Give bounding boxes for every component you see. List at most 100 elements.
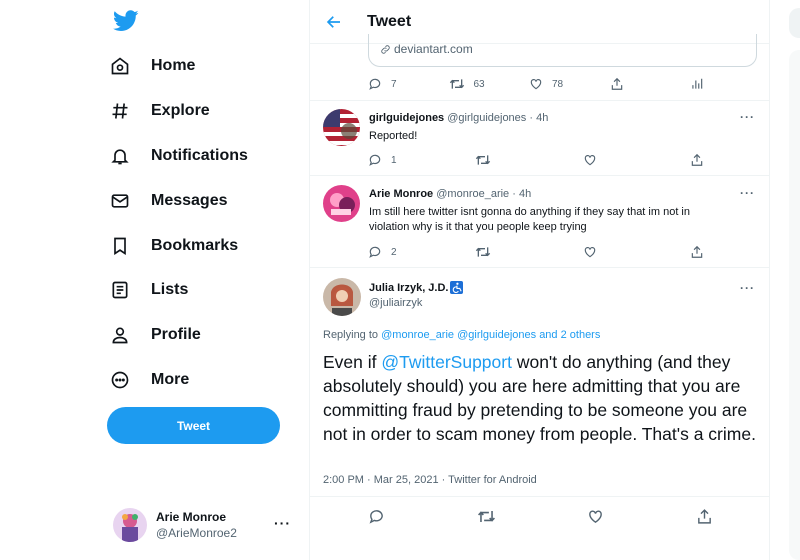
avatar	[113, 508, 147, 542]
replying-to: Replying to @monroe_arie @girlguidejones…	[323, 329, 600, 341]
nav-bookmarks[interactable]: Bookmarks	[108, 226, 238, 266]
tweet-text: Even if @TwitterSupport won't do anythin…	[323, 350, 758, 446]
retweet-icon	[476, 247, 491, 257]
search-box-edge[interactable]	[789, 8, 800, 38]
author-name[interactable]: Arie Monroe	[369, 188, 433, 200]
page-title: Tweet	[367, 12, 412, 30]
avatar[interactable]	[323, 109, 360, 146]
reply-icon	[369, 154, 381, 166]
back-arrow-icon[interactable]	[325, 12, 345, 32]
analytics-action[interactable]	[690, 77, 713, 91]
share-icon	[691, 153, 703, 166]
twitter-logo-icon[interactable]	[112, 10, 139, 34]
reply-count: 7	[391, 78, 397, 90]
heart-icon	[530, 79, 542, 90]
reply-action[interactable]: 2	[368, 245, 414, 259]
author-name[interactable]: girlguidejones	[369, 112, 444, 124]
nav-home[interactable]: Home	[108, 46, 195, 86]
avatar[interactable]	[323, 278, 361, 316]
retweet-icon[interactable]	[477, 508, 496, 530]
share-action[interactable]	[690, 153, 713, 167]
analytics-icon	[692, 78, 703, 89]
nav-messages-label: Messages	[151, 192, 228, 209]
reply-count: 2	[391, 246, 397, 258]
reply-actions: 2	[368, 242, 713, 262]
tweet-more-icon[interactable]: ···	[740, 186, 755, 200]
replying-to-users[interactable]: @monroe_arie @girlguidejones and 2 other…	[381, 329, 600, 341]
nav-profile-label: Profile	[151, 326, 201, 343]
account-switcher[interactable]: Arie Monroe @ArieMonroe2 ···	[113, 505, 303, 545]
envelope-icon	[108, 189, 132, 213]
sidebar-panel-edge	[789, 50, 800, 560]
reply-icon[interactable]	[368, 508, 385, 530]
retweet-action[interactable]: 63	[449, 77, 495, 91]
like-action[interactable]	[583, 245, 629, 259]
link-icon	[381, 44, 390, 54]
bookmark-icon	[108, 234, 132, 258]
retweet-count: 63	[473, 78, 485, 90]
like-action[interactable]	[583, 153, 629, 167]
avatar[interactable]	[323, 185, 360, 222]
bell-icon	[108, 144, 132, 168]
like-action[interactable]: 78	[529, 77, 575, 91]
share-action[interactable]	[690, 245, 713, 259]
heart-icon	[584, 247, 595, 258]
link-card[interactable]: deviantart.com	[368, 34, 757, 67]
focus-name-row: Julia Irzyk, J.D.	[369, 281, 464, 294]
reply-action[interactable]: 1	[368, 153, 414, 167]
reply-header: girlguidejones @girlguidejones · 4h	[369, 112, 548, 124]
nav-explore[interactable]: Explore	[108, 91, 210, 131]
account-handle: @ArieMonroe2	[156, 526, 237, 540]
nav-notifications[interactable]: Notifications	[108, 136, 248, 176]
author-handle: @juliairzyk	[369, 297, 423, 309]
account-more-icon[interactable]: ···	[274, 515, 291, 531]
nav-messages[interactable]: Messages	[108, 181, 228, 221]
right-sidebar-edge	[771, 0, 800, 560]
author-handle: @monroe_arie · 4h	[436, 188, 532, 200]
nav-lists[interactable]: Lists	[108, 270, 188, 310]
account-name: Arie Monroe	[156, 510, 227, 524]
tweet-button[interactable]: Tweet	[107, 407, 280, 444]
prev-tweet-actions: 7 63 78	[368, 74, 713, 94]
author-name[interactable]: Julia Irzyk, J.D.	[369, 282, 448, 294]
like-count: 78	[552, 78, 564, 90]
nav-explore-label: Explore	[151, 102, 210, 119]
accessibility-icon	[450, 281, 464, 294]
left-navigation: Home Explore Notifications Messages Book…	[0, 0, 309, 560]
reply-count: 1	[391, 154, 397, 166]
more-circle-icon	[108, 368, 132, 392]
retweet-action[interactable]	[475, 153, 521, 167]
tweet-timestamp[interactable]: 2:00 PM · Mar 25, 2021 · Twitter for And…	[323, 474, 537, 486]
share-icon	[611, 77, 622, 90]
tweet-text-start: Even if	[323, 352, 382, 372]
divider	[310, 267, 769, 268]
reply-icon	[369, 78, 381, 90]
heart-icon[interactable]	[587, 508, 604, 530]
list-icon	[108, 278, 132, 302]
reply-actions: 1	[368, 150, 713, 170]
focused-tweet-actions	[368, 508, 713, 530]
nav-notifications-label: Notifications	[151, 147, 248, 164]
retweet-icon	[476, 155, 491, 165]
tweet-more-icon[interactable]: ···	[740, 110, 755, 124]
replying-prefix: Replying to	[323, 329, 379, 341]
share-icon[interactable]	[696, 508, 713, 530]
nav-bookmarks-label: Bookmarks	[151, 237, 239, 254]
main-column: Tweet deviantart.com 7 63 78 girlguidejo…	[309, 0, 770, 560]
divider	[310, 496, 769, 497]
tweet-more-icon[interactable]: ···	[740, 281, 755, 295]
share-action[interactable]	[610, 77, 656, 91]
nav-more-label: More	[151, 371, 190, 388]
link-card-domain: deviantart.com	[380, 42, 473, 56]
retweet-action[interactable]	[475, 245, 521, 259]
retweet-icon	[449, 79, 464, 89]
nav-profile[interactable]: Profile	[108, 315, 201, 355]
share-icon	[691, 245, 703, 258]
nav-lists-label: Lists	[151, 281, 189, 298]
reply-text: Im still here twitter isnt gonna do anyt…	[369, 206, 690, 233]
mention-link[interactable]: @TwitterSupport	[381, 352, 512, 372]
reply-action[interactable]: 7	[368, 77, 414, 91]
nav-more[interactable]: More	[108, 360, 189, 400]
home-icon	[108, 54, 132, 78]
hashtag-icon	[108, 99, 132, 123]
